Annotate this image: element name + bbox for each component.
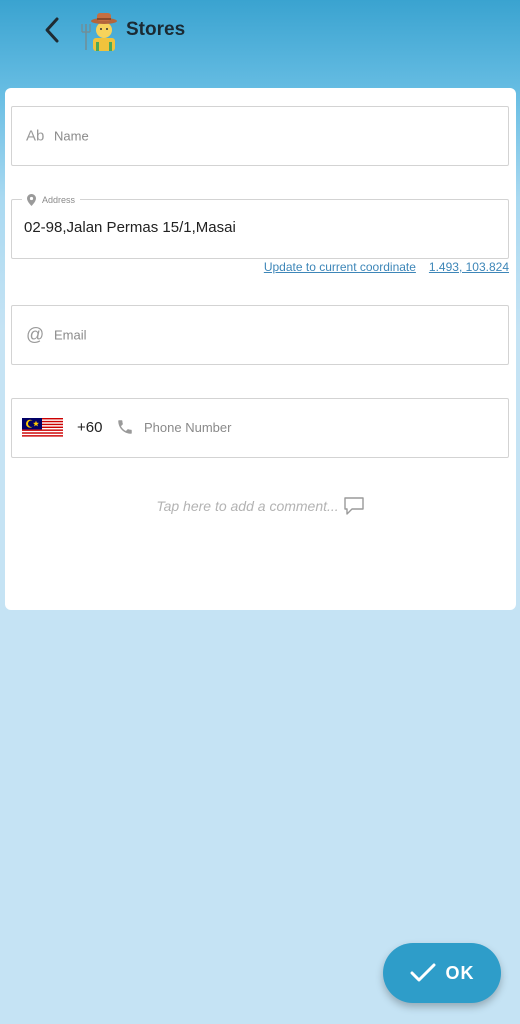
at-sign-icon: @	[26, 324, 45, 345]
email-field[interactable]: @ Email	[11, 305, 509, 365]
phone-icon	[118, 420, 132, 434]
name-field[interactable]: Ab Name	[11, 106, 509, 166]
farmer-avatar-icon	[81, 13, 117, 51]
store-form-card: Ab Name Address 02-98,Jalan Permas 15/1,…	[5, 88, 516, 610]
coordinate-value-link[interactable]: 1.493, 103.824	[429, 260, 509, 274]
comment-placeholder: Tap here to add a comment...	[156, 498, 339, 514]
country-code[interactable]: +60	[77, 419, 102, 436]
update-coordinate-link[interactable]: Update to current coordinate	[264, 260, 416, 274]
name-placeholder: Name	[54, 128, 89, 144]
address-label: Address	[42, 195, 76, 205]
chevron-left-icon	[45, 17, 59, 43]
checkmark-icon	[410, 963, 435, 982]
comment-field[interactable]: Tap here to add a comment...	[5, 496, 516, 516]
coordinate-row: Update to current coordinate 1.493, 103.…	[264, 260, 509, 274]
app-bar: Stores	[0, 0, 520, 62]
email-placeholder: Email	[54, 327, 87, 343]
address-field[interactable]: Address 02-98,Jalan Permas 15/1,Masai	[11, 192, 509, 259]
page-title: Stores	[126, 19, 186, 40]
text-format-icon: Ab	[26, 127, 45, 145]
speech-bubble-icon	[343, 497, 364, 515]
phone-placeholder: Phone Number	[144, 420, 232, 435]
ok-label: OK	[445, 962, 475, 983]
address-legend: Address	[22, 192, 81, 208]
malaysia-flag-icon[interactable]	[22, 418, 63, 438]
map-pin-icon	[27, 194, 36, 206]
phone-field[interactable]: +60 Phone Number	[11, 398, 509, 458]
ok-button[interactable]: OK	[383, 943, 501, 1003]
address-value: 02-98,Jalan Permas 15/1,Masai	[24, 219, 236, 236]
back-button[interactable]	[34, 12, 70, 48]
